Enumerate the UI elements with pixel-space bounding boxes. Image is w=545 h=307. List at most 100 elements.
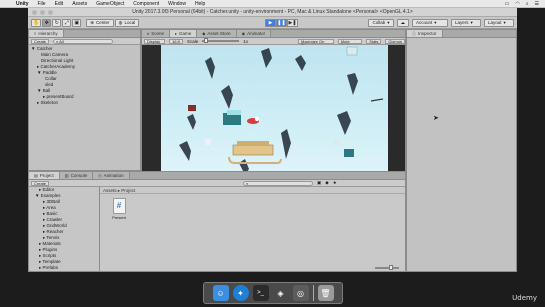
space-toggle[interactable]: ◍ Local bbox=[114, 18, 140, 27]
search-icon: ⌕ bbox=[246, 180, 249, 186]
pivot-icon: ⊕ bbox=[90, 19, 95, 25]
search-icon[interactable]: ⌕ bbox=[526, 1, 529, 7]
layers-dropdown[interactable]: Layers ▾ bbox=[451, 19, 481, 27]
space-label: Local bbox=[124, 19, 136, 25]
tab-asset-store[interactable]: ◆ Asset Store bbox=[197, 30, 237, 37]
scale-tool-button[interactable]: ⤢ bbox=[62, 18, 72, 27]
tab-console[interactable]: ▥ Console bbox=[59, 172, 94, 179]
hierarchy-search-input[interactable]: ⌕ All bbox=[53, 38, 114, 44]
tab-scene[interactable]: # Scene bbox=[142, 30, 170, 37]
trash-icon[interactable]: 🗑 bbox=[317, 285, 334, 301]
menu-app[interactable]: Unity bbox=[16, 1, 29, 7]
finder-icon[interactable]: ☺ bbox=[212, 285, 229, 301]
sled-rail bbox=[237, 141, 269, 145]
create-dropdown[interactable]: Create bbox=[31, 38, 50, 44]
trash-glyph: 🗑 bbox=[320, 288, 331, 298]
pause-button[interactable]: ❚❚ bbox=[276, 19, 287, 27]
project-assets-view: Assets ▸ Project # Present bbox=[100, 187, 405, 271]
tab-animation[interactable]: ◷ Animation bbox=[93, 172, 130, 179]
cloud-button[interactable]: ☁ bbox=[396, 19, 409, 27]
move-tool-button[interactable]: ✥ bbox=[42, 18, 52, 27]
menu-component[interactable]: Component bbox=[133, 1, 159, 7]
store-icon: ◆ bbox=[202, 31, 206, 36]
tab-hierarchy[interactable]: ≡ Hierarchy bbox=[29, 30, 64, 37]
wifi-icon[interactable]: ◠ bbox=[515, 1, 519, 7]
icon-size-slider-knob[interactable] bbox=[389, 265, 393, 270]
battery-icon[interactable]: ▭ bbox=[505, 1, 510, 7]
folder-prefabs[interactable]: ▸ Prefabs bbox=[29, 265, 99, 271]
shadow-shape bbox=[337, 111, 351, 135]
chevron-down-icon: ▾ bbox=[387, 20, 390, 25]
csharp-script-icon: # bbox=[112, 198, 126, 214]
project-search-input[interactable]: ⌕ bbox=[243, 180, 314, 186]
mute-audio-toggle[interactable]: Mute Audio bbox=[337, 38, 363, 47]
maximize-on-play-toggle[interactable]: Maximize On Play bbox=[298, 38, 334, 47]
menu-window[interactable]: Window bbox=[168, 1, 186, 7]
pivot-toggle[interactable]: ⊕ Center bbox=[86, 18, 114, 27]
zoom-window-button[interactable] bbox=[48, 10, 53, 15]
minimize-window-button[interactable] bbox=[40, 10, 45, 15]
tab-inspector-label: Inspector bbox=[418, 31, 437, 36]
hierarchy-search-placeholder: All bbox=[59, 38, 64, 44]
menu-assets[interactable]: Assets bbox=[72, 1, 87, 7]
letterbox-left bbox=[142, 45, 161, 171]
udemy-watermark: Udemy bbox=[512, 294, 537, 302]
display-dropdown[interactable]: Display 1 bbox=[144, 38, 166, 47]
game-icon: ▸ bbox=[175, 31, 178, 36]
menu-gameobject[interactable]: GameObject bbox=[96, 1, 124, 7]
filter-label-icon[interactable]: ◆ bbox=[325, 180, 328, 186]
gizmos-dropdown[interactable]: Gizmos bbox=[385, 38, 405, 44]
scene-icon: # bbox=[147, 31, 150, 36]
unity-icon[interactable]: ◈ bbox=[272, 285, 289, 301]
aspect-dropdown[interactable]: 16:9 bbox=[169, 38, 183, 44]
shadow-shape bbox=[205, 57, 215, 79]
star-icon[interactable]: ★ bbox=[333, 180, 337, 186]
account-label: Account bbox=[416, 20, 433, 25]
dock-divider bbox=[312, 285, 314, 301]
menu-edit[interactable]: Edit bbox=[55, 1, 64, 7]
list-icon[interactable]: ☰ bbox=[535, 1, 539, 7]
rect-tool-button[interactable]: ▣ bbox=[72, 18, 82, 27]
move-icon: ✥ bbox=[44, 19, 49, 26]
close-window-button[interactable] bbox=[32, 10, 37, 15]
shadow-shape bbox=[179, 141, 191, 161]
chevron-down-icon: ▾ bbox=[470, 20, 473, 25]
collab-dropdown[interactable]: Collab ▾ bbox=[368, 19, 394, 27]
tree-item-skeleton[interactable]: ▸ Skeleton bbox=[29, 100, 140, 106]
unity-hub-icon[interactable]: ◎ bbox=[292, 285, 309, 301]
scale-slider-knob[interactable] bbox=[204, 38, 209, 43]
sled bbox=[228, 141, 282, 164]
hand-tool-button[interactable]: ✋ bbox=[31, 18, 42, 27]
tab-animator[interactable]: ◉ Animator bbox=[236, 30, 272, 37]
tab-project[interactable]: ▤ Project bbox=[29, 172, 60, 179]
tab-game[interactable]: ▸ Game bbox=[170, 30, 198, 37]
asset-present[interactable]: # Present bbox=[109, 198, 129, 220]
scale-value: 1x bbox=[243, 38, 248, 44]
terminal-icon[interactable]: >_ bbox=[252, 285, 269, 301]
safari-glyph: ✦ bbox=[237, 288, 244, 298]
animator-icon: ◉ bbox=[241, 31, 246, 36]
layout-dropdown[interactable]: Layout ▾ bbox=[484, 19, 514, 27]
stats-toggle[interactable]: Stats bbox=[366, 38, 382, 44]
project-create-dropdown[interactable]: Create bbox=[31, 180, 50, 186]
gift-box-red bbox=[188, 105, 196, 111]
shadow-shape bbox=[347, 73, 358, 95]
menu-file[interactable]: File bbox=[38, 1, 46, 7]
scale-slider[interactable] bbox=[202, 38, 240, 43]
icon-size-slider[interactable] bbox=[375, 265, 399, 270]
step-button[interactable]: ▶❚ bbox=[287, 19, 298, 27]
game-viewport[interactable] bbox=[161, 45, 388, 171]
menu-help[interactable]: Help bbox=[195, 1, 205, 7]
collab-label: Collab bbox=[372, 20, 386, 25]
rotate-icon: ↻ bbox=[54, 19, 59, 26]
sled-body bbox=[232, 144, 274, 156]
rotate-tool-button[interactable]: ↻ bbox=[52, 18, 62, 27]
play-controls: ▶ ❚❚ ▶❚ bbox=[265, 19, 298, 27]
account-dropdown[interactable]: Account ▾ bbox=[412, 19, 448, 27]
filter-type-icon[interactable]: ▣ bbox=[317, 180, 321, 186]
breadcrumb[interactable]: Assets ▸ Project bbox=[100, 187, 405, 194]
play-button[interactable]: ▶ bbox=[265, 19, 276, 27]
safari-icon[interactable]: ✦ bbox=[232, 285, 249, 301]
tab-inspector[interactable]: ⓘ Inspector bbox=[407, 30, 443, 37]
chevron-down-icon: ▾ bbox=[434, 20, 437, 25]
